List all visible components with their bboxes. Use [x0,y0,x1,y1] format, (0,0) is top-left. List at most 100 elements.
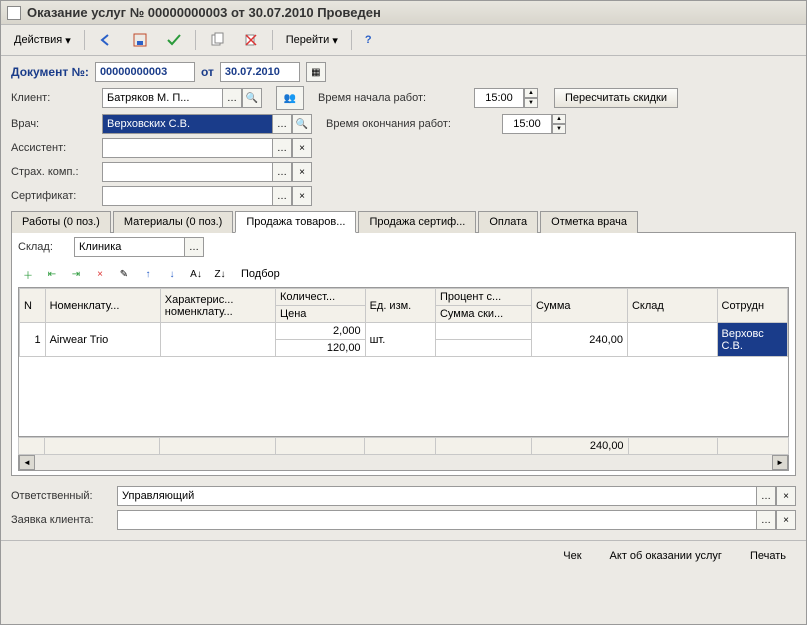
print-button[interactable]: Печать [740,547,796,565]
cell-warehouse[interactable] [627,323,717,357]
insert-icon: ⇤ [48,269,56,280]
cell-char[interactable] [160,323,275,357]
certificate-select-button[interactable] [272,186,292,206]
copy-row-button[interactable]: ⇥ [66,264,86,284]
doctor-label: Врач: [11,118,96,130]
request-input[interactable] [117,510,756,530]
users-button[interactable]: 👥 [276,86,304,110]
col-discount-sum[interactable]: Сумма ски... [435,306,531,323]
spin-down-icon[interactable]: ▼ [552,124,566,134]
cell-nomenclature[interactable]: Airwear Trio [45,323,160,357]
back-button[interactable] [91,28,121,52]
assistant-select-button[interactable] [272,138,292,158]
cell-unit[interactable]: шт. [365,323,435,357]
start-time-input[interactable] [474,88,524,108]
doctor-select-button[interactable] [272,114,292,134]
warehouse-input[interactable] [74,237,184,257]
save-button[interactable] [125,28,155,52]
col-sum[interactable]: Сумма [531,289,627,323]
cell-sum[interactable]: 240,00 [531,323,627,357]
help-button[interactable]: ? [358,30,379,50]
assistant-clear-button[interactable]: × [292,138,312,158]
col-n[interactable]: N [20,289,46,323]
col-price[interactable]: Цена [275,306,365,323]
spin-down-icon[interactable]: ▼ [524,98,538,108]
certificate-clear-button[interactable]: × [292,186,312,206]
sort-desc-button[interactable]: Z↓ [210,264,230,284]
calendar-button[interactable]: ▦ [306,62,326,82]
doctor-input[interactable] [102,114,272,134]
col-discount-pct[interactable]: Процент с... [435,289,531,306]
goods-grid: N Номенклату... Характерис... номенклату… [19,288,788,427]
sort-asc-button[interactable]: A↓ [186,264,206,284]
horizontal-scrollbar[interactable]: ◄ ► [18,455,789,471]
start-time-spinner[interactable]: ▲▼ [474,88,538,108]
copy-button[interactable] [202,28,232,52]
client-input[interactable] [102,88,222,108]
responsible-select-button[interactable] [756,486,776,506]
search-icon: 🔍 [296,119,308,130]
col-employee[interactable]: Сотрудн [717,289,787,323]
grid-scroll[interactable]: N Номенклату... Характерис... номенклату… [18,287,789,437]
add-row-button[interactable]: ＋ [18,264,38,284]
responsible-input[interactable] [117,486,756,506]
tab-materials[interactable]: Материалы (0 поз.) [113,211,234,233]
col-nomenclature[interactable]: Номенклату... [45,289,160,323]
col-characteristic[interactable]: Характерис... номенклату... [160,289,275,323]
doctor-search-button[interactable]: 🔍 [292,114,312,134]
tab-goods-sale[interactable]: Продажа товаров... [235,211,356,233]
cell-employee[interactable]: Верховс С.В. [717,323,787,357]
cell-qty[interactable]: 2,000 [275,323,365,340]
cell-price[interactable]: 120,00 [275,340,365,357]
edit-row-button[interactable]: ✎ [114,264,134,284]
actions-menu[interactable]: Действия ▾ [7,30,78,51]
col-quantity[interactable]: Количест... [275,289,365,306]
client-select-button[interactable] [222,88,242,108]
tab-works[interactable]: Работы (0 поз.) [11,211,111,233]
act-button[interactable]: Акт об оказании услуг [600,547,732,565]
request-clear-button[interactable]: × [776,510,796,530]
cell-n[interactable]: 1 [20,323,46,357]
post-button[interactable] [159,28,189,52]
tab-doctor-mark[interactable]: Отметка врача [540,211,638,233]
spin-up-icon[interactable]: ▲ [552,114,566,124]
doc-number-label: Документ №: [11,65,89,79]
doc-number-input[interactable] [95,62,195,82]
delete-button[interactable] [236,28,266,52]
table-row[interactable]: 1 Airwear Trio 2,000 шт. 240,00 Верховс … [20,323,788,340]
cell-discount-sum[interactable] [435,340,531,357]
move-down-button[interactable]: ↓ [162,264,182,284]
spin-up-icon[interactable]: ▲ [524,88,538,98]
sort-asc-icon: A↓ [190,269,202,280]
request-select-button[interactable] [756,510,776,530]
warehouse-select-button[interactable] [184,237,204,257]
tab-payment[interactable]: Оплата [478,211,538,233]
col-unit[interactable]: Ед. изм. [365,289,435,323]
arrow-up-icon: ↑ [146,269,151,280]
goto-menu[interactable]: Перейти ▾ [279,30,345,51]
arrow-down-icon: ↓ [170,269,175,280]
delete-row-button[interactable]: × [90,264,110,284]
tab-cert-sale[interactable]: Продажа сертиф... [358,211,476,233]
responsible-clear-button[interactable]: × [776,486,796,506]
copy-icon: ⇥ [72,269,80,280]
certificate-input[interactable] [102,186,272,206]
scroll-right-icon[interactable]: ► [772,455,788,470]
cell-discount-pct[interactable] [435,323,531,340]
insurance-select-button[interactable] [272,162,292,182]
move-up-button[interactable]: ↑ [138,264,158,284]
scroll-left-icon[interactable]: ◄ [19,455,35,470]
insert-row-button[interactable]: ⇤ [42,264,62,284]
recalc-discounts-button[interactable]: Пересчитать скидки [554,88,678,108]
selection-button[interactable]: Подбор [234,264,287,284]
col-warehouse[interactable]: Склад [627,289,717,323]
check-button[interactable]: Чек [553,547,591,565]
insurance-input[interactable] [102,162,272,182]
end-time-input[interactable] [502,114,552,134]
document-window: Оказание услуг № 00000000003 от 30.07.20… [0,0,807,625]
client-search-button[interactable]: 🔍 [242,88,262,108]
end-time-spinner[interactable]: ▲▼ [502,114,566,134]
doc-date-input[interactable] [220,62,300,82]
assistant-input[interactable] [102,138,272,158]
insurance-clear-button[interactable]: × [292,162,312,182]
